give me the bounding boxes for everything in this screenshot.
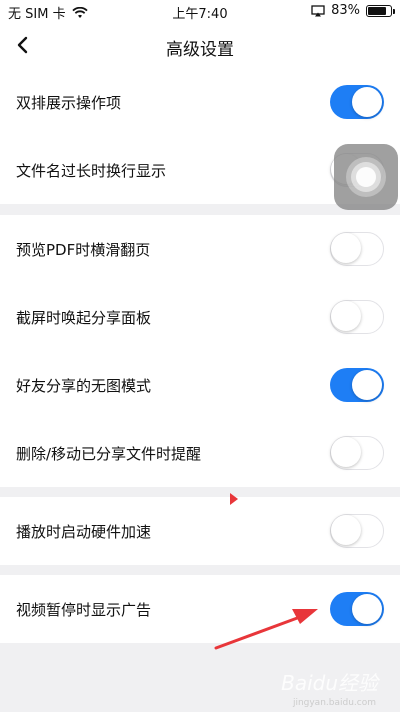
page-title: 高级设置 — [166, 40, 234, 60]
setting-label: 截屏时唤起分享面板 — [16, 309, 152, 327]
watermark-logo: Baidu经验 — [281, 671, 378, 695]
toggle-knob — [352, 370, 382, 400]
setting-label: 好友分享的无图模式 — [16, 377, 152, 395]
setting-label: 预览PDF时横滑翻页 — [16, 241, 151, 259]
assistive-touch-center — [356, 167, 376, 187]
assistive-touch-button[interactable] — [334, 144, 398, 210]
toggle-no-image-mode[interactable] — [330, 368, 384, 402]
settings-group-4: 视频暂停时显示广告 — [0, 575, 400, 643]
setting-row-no-image-mode: 好友分享的无图模式 — [0, 351, 400, 419]
airplay-icon — [311, 4, 325, 17]
toggle-screenshot-share[interactable] — [330, 300, 384, 334]
setting-label: 播放时启动硬件加速 — [16, 523, 152, 541]
battery-cap — [393, 8, 395, 14]
toggle-knob — [352, 87, 382, 117]
settings-group-2: 预览PDF时横滑翻页 截屏时唤起分享面板 好友分享的无图模式 删除/移动已分享文… — [0, 215, 400, 487]
battery-icon — [366, 4, 395, 17]
setting-row-pdf-swipe: 预览PDF时横滑翻页 — [0, 215, 400, 283]
toggle-double-row-actions[interactable] — [330, 85, 384, 119]
toggle-knob — [331, 233, 361, 263]
setting-row-shared-file-reminder: 删除/移动已分享文件时提醒 — [0, 419, 400, 487]
toggle-pause-ads[interactable] — [330, 592, 384, 626]
toggle-knob — [331, 515, 361, 545]
setting-row-double-row-actions: 双排展示操作项 — [0, 68, 400, 136]
toggle-knob — [331, 437, 361, 467]
setting-label: 文件名过长时换行显示 — [16, 162, 167, 180]
setting-row-hardware-acceleration: 播放时启动硬件加速 — [0, 497, 400, 565]
navbar: 高级设置 — [0, 22, 400, 68]
toggle-hardware-acceleration[interactable] — [330, 514, 384, 548]
settings-group-3: 播放时启动硬件加速 — [0, 497, 400, 565]
toggle-knob — [352, 594, 382, 624]
toggle-shared-file-reminder[interactable] — [330, 436, 384, 470]
watermark-url: jingyan.baidu.com — [292, 698, 376, 708]
battery-fill — [368, 6, 387, 15]
setting-label: 双排展示操作项 — [16, 94, 122, 112]
setting-row-screenshot-share: 截屏时唤起分享面板 — [0, 283, 400, 351]
setting-label: 删除/移动已分享文件时提醒 — [16, 445, 202, 463]
battery-percent: 83% — [331, 3, 360, 18]
setting-row-pause-ads: 视频暂停时显示广告 — [0, 575, 400, 643]
assistive-touch-icon — [346, 157, 386, 197]
status-right: 83% — [311, 3, 395, 18]
setting-label: 视频暂停时显示广告 — [16, 601, 152, 619]
toggle-pdf-swipe[interactable] — [330, 232, 384, 266]
toggle-knob — [331, 301, 361, 331]
assistive-touch-ring — [351, 162, 381, 192]
status-bar: 无 SIM 卡 上午7:40 83% — [0, 0, 400, 22]
